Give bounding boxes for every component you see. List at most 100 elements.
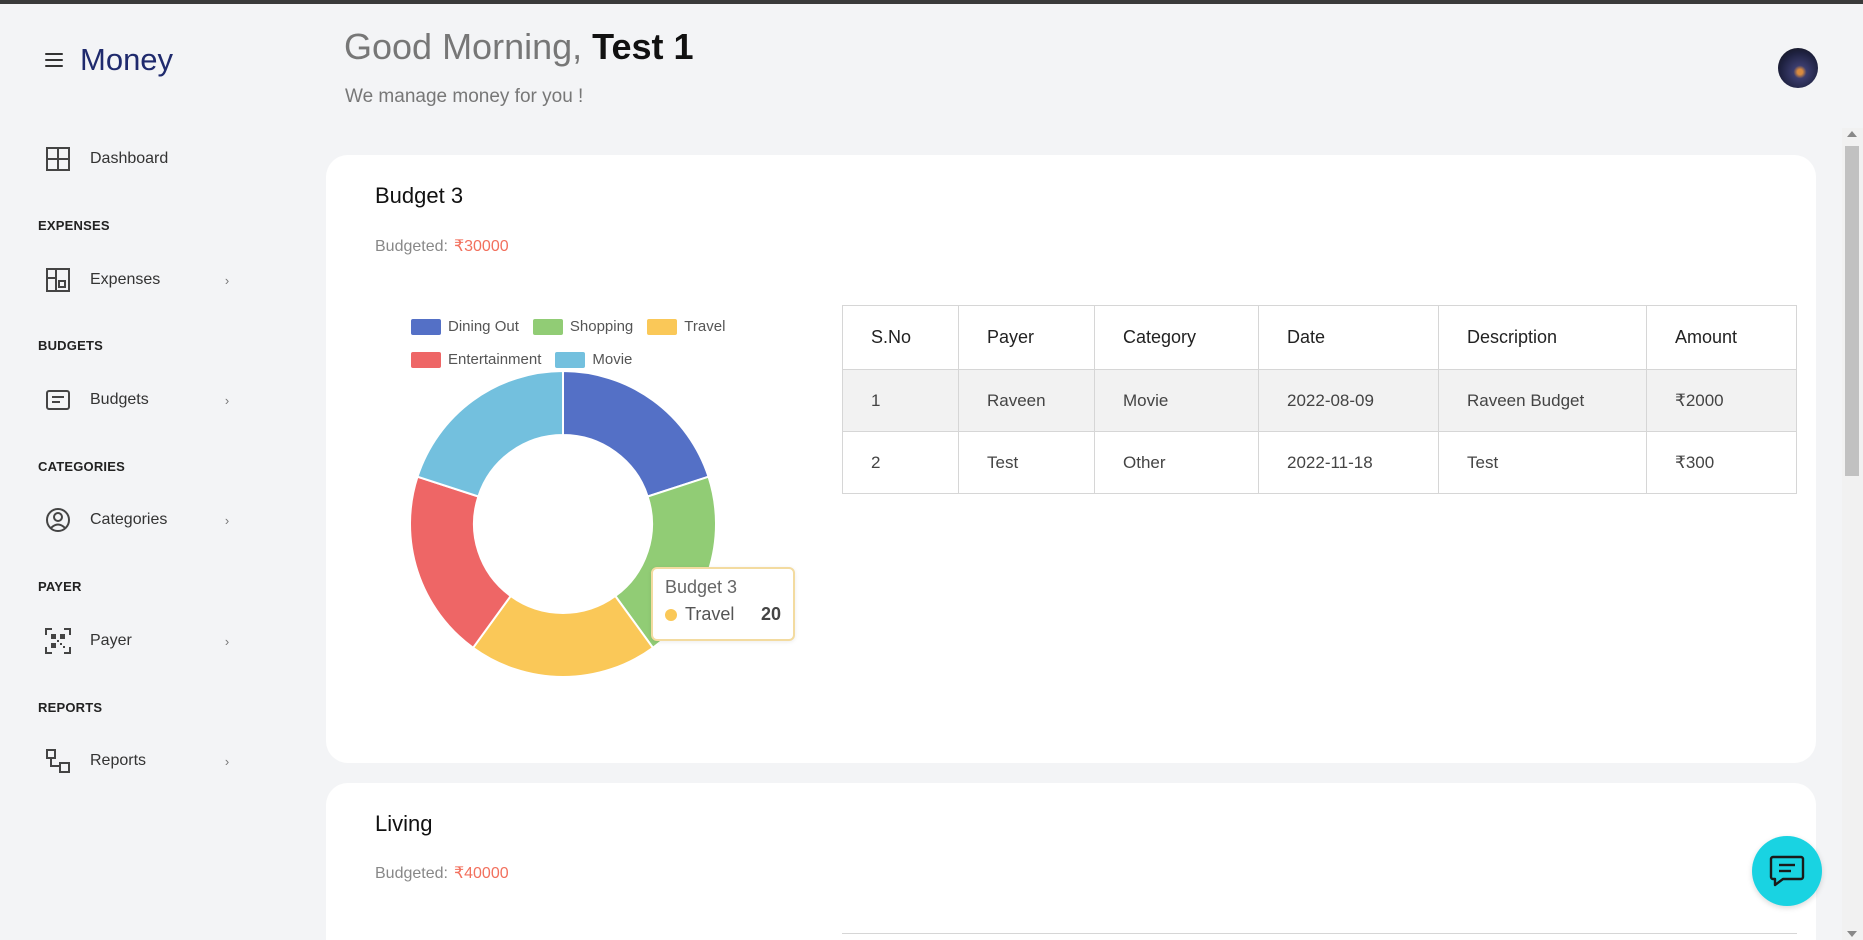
sidebar-item-payer[interactable]: Payer › xyxy=(44,626,234,656)
budgeted-amount: ₹40000 xyxy=(453,865,509,882)
legend-swatch xyxy=(532,318,563,335)
qr-code-icon xyxy=(44,627,72,655)
reports-icon xyxy=(44,747,72,775)
chevron-right-icon: › xyxy=(224,272,230,288)
column-header: Description xyxy=(1438,305,1647,370)
budgeted-label: Budgeted: xyxy=(375,238,448,255)
chevron-right-icon: › xyxy=(224,392,230,408)
donut-slice-dining-out[interactable] xyxy=(562,370,710,498)
table-row: 2 Test Other 2022-11-18 Test ₹300 xyxy=(842,431,1797,494)
donut-slice-movie[interactable] xyxy=(416,370,564,498)
budgeted-info: Budgeted: ₹40000 xyxy=(375,863,509,883)
chat-button[interactable] xyxy=(1752,836,1822,906)
table-row: 1 Raveen Movie 2022-08-09 Raveen Budget … xyxy=(842,369,1797,432)
column-header: Category xyxy=(1094,305,1259,370)
chart-legend: Dining Out Shopping Travel Entertainment… xyxy=(411,310,741,376)
sidebar-item-label: Categories xyxy=(90,511,168,528)
sidebar-item-label: Dashboard xyxy=(90,150,169,167)
user-circle-icon xyxy=(44,506,72,534)
sidebar-item-categories[interactable]: Categories › xyxy=(44,505,234,535)
legend-label: Entertainment xyxy=(448,351,542,368)
section-title-expenses: EXPENSES xyxy=(38,218,110,233)
page-scrollbar[interactable] xyxy=(1842,128,1863,940)
legend-item-movie[interactable]: Movie xyxy=(555,351,632,368)
expenses-icon xyxy=(44,266,72,294)
legend-label: Shopping xyxy=(569,318,634,335)
sidebar-item-label: Budgets xyxy=(90,391,149,408)
legend-item-entertainment[interactable]: Entertainment xyxy=(411,351,541,368)
legend-label: Dining Out xyxy=(448,318,519,335)
sidebar-item-label: Expenses xyxy=(90,271,161,288)
section-title-reports: REPORTS xyxy=(38,700,103,715)
table-cell: Test xyxy=(1438,431,1647,494)
legend-item-dining-out[interactable]: Dining Out xyxy=(411,318,519,335)
section-title-budgets: BUDGETS xyxy=(38,338,103,353)
page-subtitle: We manage money for you ! xyxy=(345,86,584,107)
sidebar-item-label: Reports xyxy=(90,752,147,769)
sidebar-item-label: Payer xyxy=(90,632,132,649)
table-cell: 2022-11-18 xyxy=(1258,431,1439,494)
menu-icon[interactable] xyxy=(42,50,66,70)
chevron-right-icon: › xyxy=(224,633,230,649)
legend-swatch xyxy=(647,318,678,335)
table-cell: 1 xyxy=(842,369,959,432)
brand: Money xyxy=(42,42,173,78)
expenses-table xyxy=(842,933,1797,940)
sidebar-item-expenses[interactable]: Expenses › xyxy=(44,265,234,295)
table-cell: Raveen Budget xyxy=(1438,369,1647,432)
window-top-border xyxy=(0,0,1863,4)
legend-swatch xyxy=(555,351,586,368)
tooltip-title: Budget 3 xyxy=(665,577,738,597)
legend-label: Travel xyxy=(684,318,726,335)
table-cell: ₹300 xyxy=(1646,431,1797,494)
user-name: Test 1 xyxy=(592,26,694,67)
chevron-right-icon: › xyxy=(224,512,230,528)
section-title-payer: PAYER xyxy=(38,579,82,594)
column-header: Payer xyxy=(958,305,1095,370)
legend-label: Movie xyxy=(592,351,633,368)
sidebar-item-budgets[interactable]: Budgets › xyxy=(44,385,234,415)
table-cell: Raveen xyxy=(958,369,1095,432)
chat-icon xyxy=(1769,855,1805,887)
table-cell: ₹2000 xyxy=(1646,369,1797,432)
table-header-row: S.No Payer Category Date Description Amo… xyxy=(842,305,1797,370)
budgeted-amount: ₹30000 xyxy=(453,238,509,255)
scroll-down-arrow[interactable] xyxy=(1847,931,1857,937)
expenses-table: S.No Payer Category Date Description Amo… xyxy=(842,305,1797,494)
legend-swatch xyxy=(411,351,441,368)
table-cell: 2 xyxy=(842,431,959,494)
budget-card: Living Budgeted: ₹40000 xyxy=(326,783,1816,940)
sidebar-item-dashboard[interactable]: Dashboard xyxy=(44,144,234,174)
page-greeting: Good Morning, Test 1 xyxy=(344,26,694,68)
budgeted-info: Budgeted: ₹30000 xyxy=(375,236,509,256)
budget-card: Budget 3 Budgeted: ₹30000 Dining Out Shop… xyxy=(326,155,1816,763)
donut-chart[interactable] xyxy=(411,370,741,700)
chart-tooltip: Budget 3 Travel 20 xyxy=(651,567,795,641)
table-cell: Other xyxy=(1094,431,1259,494)
greeting-prefix: Good Morning, xyxy=(344,26,583,67)
budgeted-label: Budgeted: xyxy=(375,865,448,882)
section-title-categories: CATEGORIES xyxy=(38,459,125,474)
legend-swatch xyxy=(411,318,441,335)
legend-item-shopping[interactable]: Shopping xyxy=(532,318,634,335)
tooltip-value: 20 xyxy=(760,604,781,624)
chevron-right-icon: › xyxy=(224,753,230,769)
tooltip-dot xyxy=(665,608,677,621)
table-cell: Test xyxy=(958,431,1095,494)
tooltip-label: Travel xyxy=(685,604,735,624)
column-header: S.No xyxy=(842,305,959,370)
sidebar: Money Dashboard EXPENSES Expenses › BUDG… xyxy=(0,4,270,940)
dashboard-icon xyxy=(44,145,72,173)
budget-title: Budget 3 xyxy=(375,183,464,208)
scroll-up-arrow[interactable] xyxy=(1847,131,1857,137)
column-header: Date xyxy=(1258,305,1439,370)
budgets-icon xyxy=(44,386,72,414)
legend-item-travel[interactable]: Travel xyxy=(647,318,725,335)
scroll-thumb[interactable] xyxy=(1845,146,1859,476)
sidebar-item-reports[interactable]: Reports › xyxy=(44,746,234,776)
column-header: Amount xyxy=(1646,305,1797,370)
table-cell: Movie xyxy=(1094,369,1259,432)
table-cell: 2022-08-09 xyxy=(1258,369,1439,432)
avatar[interactable] xyxy=(1778,48,1818,88)
brand-name: Money xyxy=(80,42,174,77)
